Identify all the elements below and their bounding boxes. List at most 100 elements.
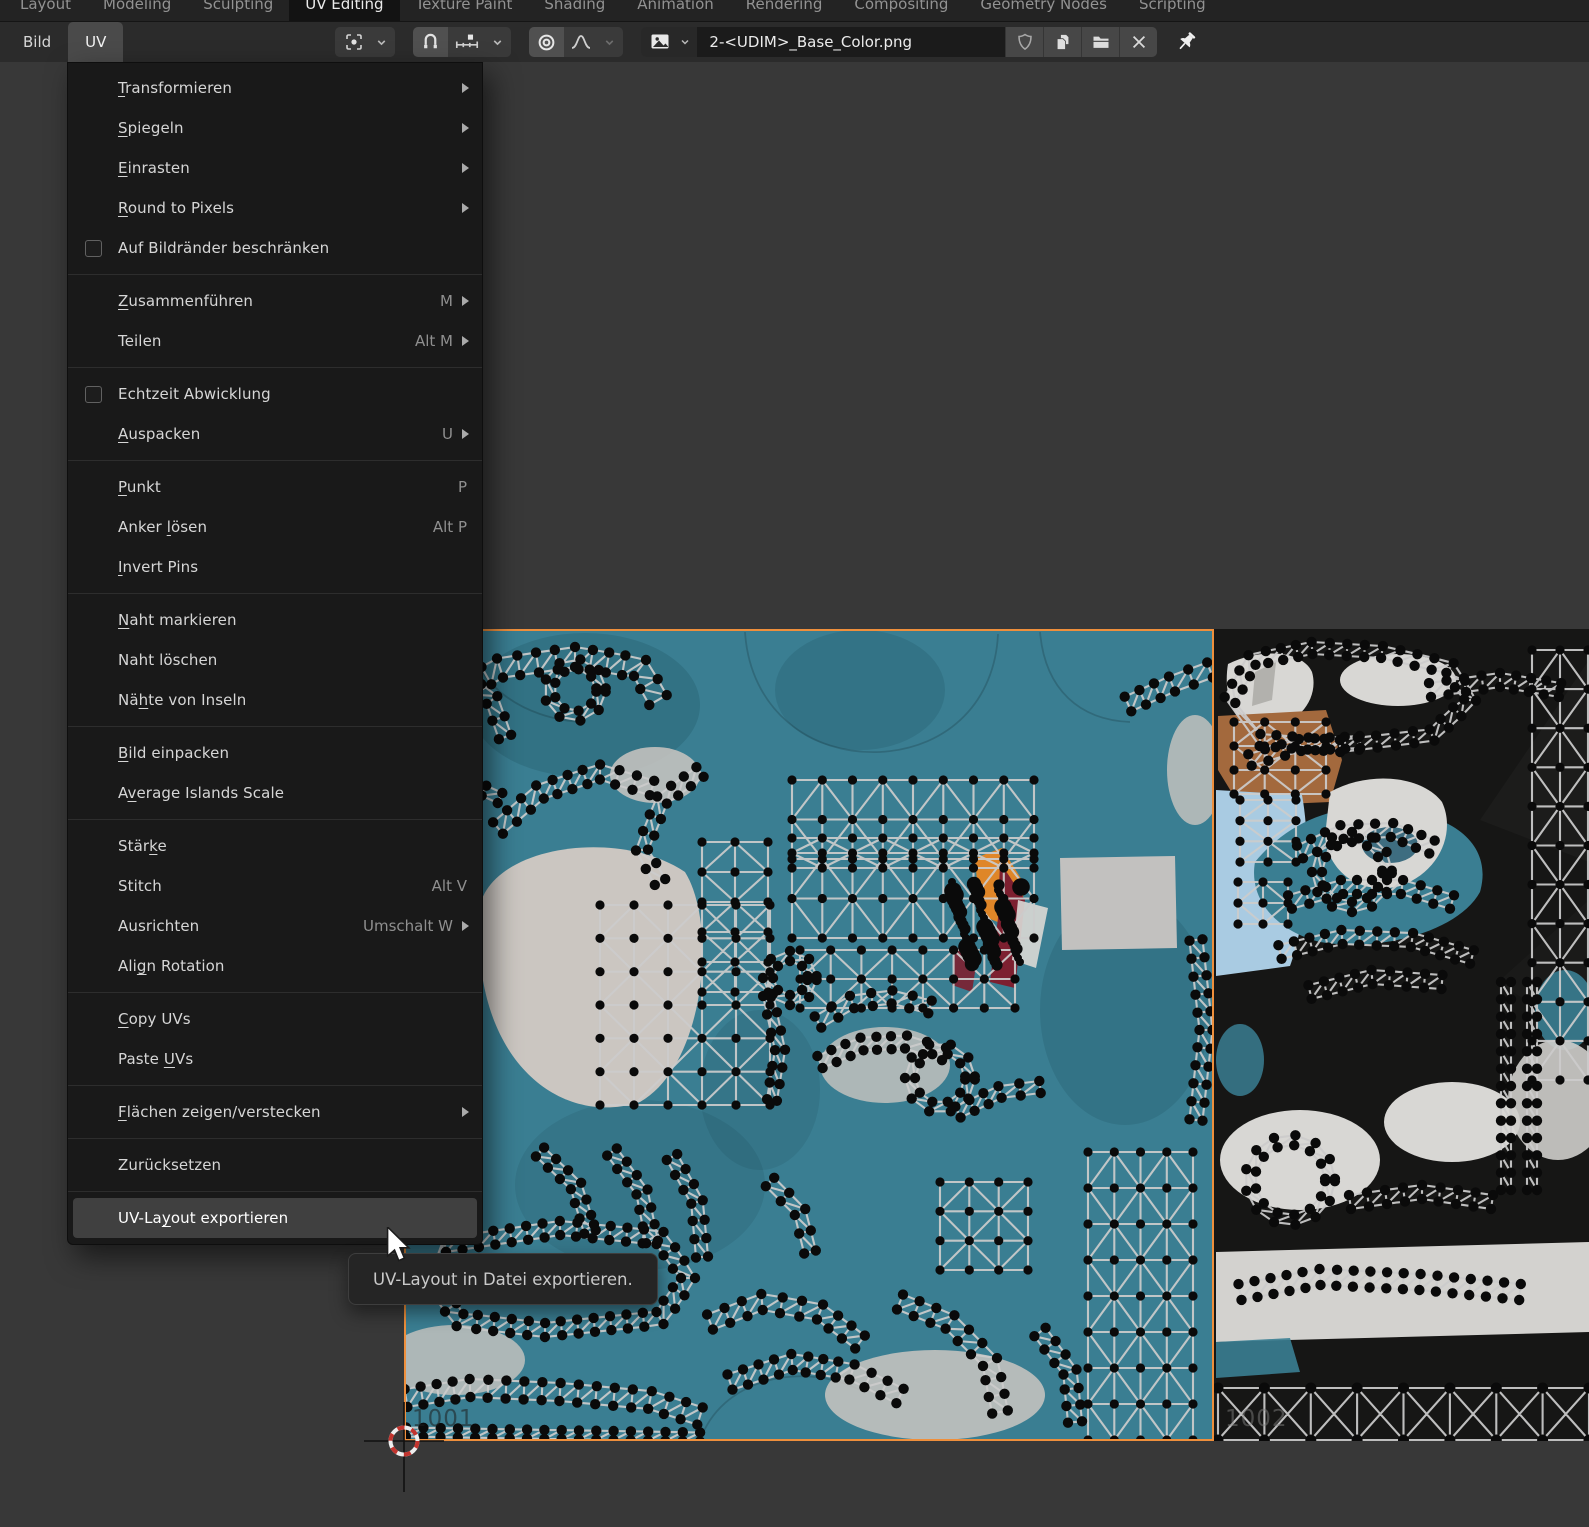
menu-item-label: Stärke — [118, 837, 167, 855]
menu-item-average-islands-scale[interactable]: Average Islands Scale — [73, 773, 477, 813]
udim-tile-1001[interactable] — [385, 629, 1223, 1447]
workspace-tab-bar: LayoutModelingSculptingUV EditingTexture… — [0, 0, 1589, 22]
menu-item-label: Average Islands Scale — [118, 784, 284, 802]
shortcut-label: Alt P — [433, 518, 467, 536]
menu-item-transformieren[interactable]: Transformieren — [73, 68, 477, 108]
menu-item-label: Spiegeln — [118, 119, 184, 137]
udim-tile-1002[interactable] — [1213, 629, 1589, 1446]
falloff-dropdown-chevron-icon[interactable] — [598, 27, 623, 57]
tab-shading[interactable]: Shading — [528, 0, 621, 22]
menu-item-label: Stitch — [118, 877, 162, 895]
proportional-edit-group — [529, 27, 623, 57]
tab-animation[interactable]: Animation — [621, 0, 729, 22]
menu-item-label: Copy UVs — [118, 1010, 191, 1028]
menu-item-zusammenf-hren[interactable]: ZusammenführenM — [73, 281, 477, 321]
uv-menu: Transformieren Spiegeln Einrasten Round to … — [67, 62, 483, 1245]
pivot-point-icon[interactable] — [335, 27, 370, 57]
menu-separator — [68, 274, 482, 275]
menu-item-paste-uvs[interactable]: Paste UVs — [73, 1039, 477, 1079]
menu-item-copy-uvs[interactable]: Copy UVs — [73, 999, 477, 1039]
tab-sculpting[interactable]: Sculpting — [187, 0, 289, 22]
proportional-edit-icon[interactable] — [529, 27, 564, 57]
pivot-dropdown-chevron-icon[interactable] — [370, 27, 395, 57]
open-folder-icon[interactable] — [1082, 27, 1119, 57]
menu-item-punkt[interactable]: PunktP — [73, 467, 477, 507]
submenu-arrow-icon — [462, 921, 469, 931]
tab-layout[interactable]: Layout — [4, 0, 87, 22]
menu-item-label: Naht markieren — [118, 611, 237, 629]
menu-item-ausrichten[interactable]: Ausrichten Umschalt W — [73, 906, 477, 946]
image-name-field[interactable]: 2-<UDIM>_Base_Color.png — [697, 27, 1005, 57]
menu-item-st-rke[interactable]: Stärke — [73, 826, 477, 866]
menu-item-label: Anker lösen — [118, 518, 207, 536]
tab-modeling[interactable]: Modeling — [87, 0, 187, 22]
menu-item-uv-layout-exportieren[interactable]: UV-Layout exportieren — [73, 1198, 477, 1238]
snap-dropdown-chevron-icon[interactable] — [486, 27, 511, 57]
menu-separator — [68, 593, 482, 594]
menu-separator — [68, 1191, 482, 1192]
submenu-arrow-icon — [462, 296, 469, 306]
menu-item-fl-chen-zeigen-verstecken[interactable]: Flächen zeigen/verstecken — [73, 1092, 477, 1132]
menu-item-spiegeln[interactable]: Spiegeln — [73, 108, 477, 148]
tab-rendering[interactable]: Rendering — [730, 0, 839, 22]
menu-item-label: Zurücksetzen — [118, 1156, 221, 1174]
tab-texture-paint[interactable]: Texture Paint — [400, 0, 529, 22]
menu-item-label: Nähte von Inseln — [118, 691, 246, 709]
menu-item-round-to-pixels[interactable]: Round to Pixels — [73, 188, 477, 228]
snapping-group — [413, 27, 511, 57]
submenu-arrow-icon — [462, 203, 469, 213]
tab-scripting[interactable]: Scripting — [1123, 0, 1222, 22]
menu-item-label: Auspacken — [118, 425, 200, 443]
menu-item-label: Naht löschen — [118, 651, 217, 669]
menu-item-naht-l-schen[interactable]: Naht löschen — [73, 640, 477, 680]
menu-item-auspacken[interactable]: Auspacken U — [73, 414, 477, 454]
menu-item-stitch[interactable]: StitchAlt V — [73, 866, 477, 906]
menu-item-einrasten[interactable]: Einrasten — [73, 148, 477, 188]
checkbox[interactable] — [85, 240, 102, 257]
shortcut-label: Umschalt W — [363, 917, 453, 935]
menu-item-zur-cksetzen[interactable]: Zurücksetzen — [73, 1145, 477, 1185]
menu-item-auf-bildr-nder-beschr-nken[interactable]: Auf Bildränder beschränken — [73, 228, 477, 268]
snap-increment-icon[interactable] — [448, 27, 486, 57]
snap-magnet-icon[interactable] — [413, 27, 448, 57]
checkbox[interactable] — [85, 386, 102, 403]
menu-item-echtzeit-abwicklung[interactable]: Echtzeit Abwicklung — [73, 374, 477, 414]
menu-item-n-hte-von-inseln[interactable]: Nähte von Inseln — [73, 680, 477, 720]
tab-uv-editing[interactable]: UV Editing — [289, 0, 399, 22]
menu-separator — [68, 367, 482, 368]
fake-user-shield-icon[interactable] — [1006, 27, 1043, 57]
menu-item-label: Round to Pixels — [118, 199, 234, 217]
menu-separator — [68, 726, 482, 727]
submenu-arrow-icon — [462, 336, 469, 346]
menu-item-label: Punkt — [118, 478, 161, 496]
pin-icon[interactable] — [1173, 29, 1199, 55]
menu-separator — [68, 1085, 482, 1086]
menu-item-label: Align Rotation — [118, 957, 225, 975]
menu-item-bild-einpacken[interactable]: Bild einpacken — [73, 733, 477, 773]
menu-item-align-rotation[interactable]: Align Rotation — [73, 946, 477, 986]
shortcut-label: Alt M — [415, 332, 453, 350]
duplicate-copy-icon[interactable] — [1044, 27, 1081, 57]
shortcut-label: U — [442, 425, 453, 443]
uv-editor-header: Bild UV — [0, 22, 1589, 62]
unlink-close-icon[interactable] — [1120, 27, 1157, 57]
menu-item-label: Transformieren — [118, 79, 232, 97]
menu-separator — [68, 1138, 482, 1139]
tab-compositing[interactable]: Compositing — [838, 0, 964, 22]
menu-item-label: Bild einpacken — [118, 744, 229, 762]
image-browse-chevron-icon[interactable] — [677, 27, 697, 57]
shortcut-label: M — [440, 292, 453, 310]
image-browse-icon[interactable] — [641, 27, 677, 57]
menu-bild[interactable]: Bild — [6, 22, 68, 62]
menu-item-teilen[interactable]: TeilenAlt M — [73, 321, 477, 361]
mouse-cursor-icon — [386, 1227, 416, 1269]
menu-item-naht-markieren[interactable]: Naht markieren — [73, 600, 477, 640]
menu-item-anker-l-sen[interactable]: Anker lösen Alt P — [73, 507, 477, 547]
menu-uv[interactable]: UV — [68, 22, 123, 62]
menu-item-invert-pins[interactable]: Invert Pins — [73, 547, 477, 587]
falloff-curve-icon[interactable] — [564, 27, 598, 57]
submenu-arrow-icon — [462, 1107, 469, 1117]
submenu-arrow-icon — [462, 163, 469, 173]
tab-geometry-nodes[interactable]: Geometry Nodes — [964, 0, 1123, 22]
menu-item-label: Ausrichten — [118, 917, 199, 935]
